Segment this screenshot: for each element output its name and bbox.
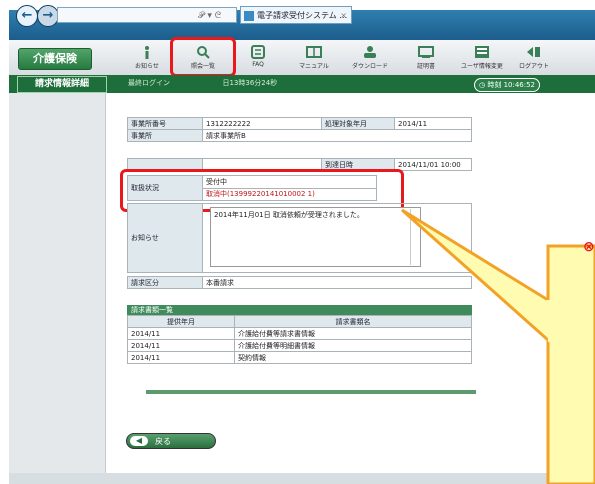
doc-period: 2014/11	[127, 351, 235, 364]
tab-close-icon[interactable]: ×	[340, 7, 347, 23]
browser-back-icon[interactable]: ←	[16, 5, 38, 27]
page-favicon-icon	[244, 11, 254, 21]
session-clock: ◷ 時刻 10:46:52	[474, 78, 540, 92]
tab-title: 電子請求受付システム …	[257, 11, 348, 20]
back-button-label: 戻る	[155, 437, 171, 446]
toolbar-user-settings-button[interactable]: ユーザ情報変更	[457, 44, 507, 72]
last-login-time: 日13時36分24秒	[222, 79, 278, 87]
toolbar-notices-button[interactable]: お知らせ	[122, 44, 172, 72]
clock-icon: ◷	[478, 81, 486, 89]
office-label: 事業所	[127, 129, 203, 142]
toolbar-faq-button[interactable]: FAQ	[233, 44, 283, 72]
toolbar-label: ダウンロード	[351, 63, 388, 70]
browser-forward-icon[interactable]: →	[37, 5, 59, 27]
manual-icon	[306, 46, 322, 58]
session-label: 時刻	[487, 81, 502, 89]
toolbar-logout-button[interactable]: ログアウト	[509, 44, 559, 72]
back-button[interactable]: ◀ 戻る	[126, 433, 216, 449]
page-title: 請求情報詳細	[17, 76, 107, 93]
toolbar-label: ユーザ情報変更	[461, 63, 503, 70]
toolbar-manual-button[interactable]: マニュアル	[289, 44, 339, 72]
last-login: 最終ログイン 日13時36分24秒	[128, 78, 277, 88]
doc-name: 契約情報	[234, 351, 472, 364]
claim-type-value: 本番請求	[202, 276, 472, 289]
user-settings-icon	[475, 46, 489, 58]
doc-name: 介護給付費等請求書情報	[234, 327, 472, 340]
received-value: 2014/11/01 10:00	[394, 158, 472, 171]
claim-type-table: 請求区分 本番請求	[127, 276, 472, 289]
period-label: 処理対象年月	[321, 117, 395, 130]
period-value: 2014/11	[394, 117, 472, 130]
office-number: 1312222222	[202, 117, 322, 130]
doc-period: 2014/11	[127, 327, 235, 340]
left-panel	[9, 93, 106, 473]
divider-line	[146, 390, 476, 394]
docs-table: 提供年月 請求書類名 2014/11 介護給付費等請求書情報 2014/11 介…	[127, 315, 472, 364]
notice-text: 2014年11月01日 取消依頼が受理されました。	[214, 211, 364, 219]
office-table: 事業所番号 1312222222 処理対象年月 2014/11 事業所 請求事業…	[127, 117, 472, 142]
toolbar-label: マニュアル	[299, 63, 329, 70]
docs-section-title: 請求書類一覧	[127, 305, 472, 315]
toolbar-label: お知らせ	[135, 63, 159, 70]
certificate-icon	[418, 46, 434, 58]
toolbar-label: FAQ	[252, 61, 264, 68]
info-icon	[145, 46, 149, 59]
doc-name: 介護給付費等明細書情報	[234, 339, 472, 352]
toolbar-label: 証明書	[416, 63, 435, 70]
toolbar-certificate-button[interactable]: 証明書	[401, 44, 451, 72]
faq-icon	[251, 45, 265, 59]
warning-mark-icon: ⊗	[583, 239, 595, 255]
doc-period: 2014/11	[127, 339, 235, 352]
logout-icon	[527, 47, 540, 57]
table-row: 2014/11 契約情報	[127, 351, 472, 364]
claim-type-label: 請求区分	[127, 276, 203, 289]
notice-textarea[interactable]: 2014年11月01日 取消依頼が受理されました。	[210, 207, 421, 267]
notice-scrollbar[interactable]	[410, 209, 419, 265]
download-icon	[364, 46, 376, 58]
session-time: 10:46:52	[503, 81, 536, 89]
office-number-label: 事業所番号	[127, 117, 203, 130]
last-login-label: 最終ログイン	[128, 79, 170, 87]
highlight-inquiry-list	[170, 37, 236, 77]
address-bar[interactable]: 𝒫 ▾ ᘓ	[57, 7, 237, 23]
docs-col-name: 請求書類名	[234, 315, 472, 328]
table-row: 2014/11 介護給付費等請求書情報	[127, 327, 472, 340]
toolbar-download-button[interactable]: ダウンロード	[345, 44, 395, 72]
screen: ← → 𝒫 ▾ ᘓ 電子請求受付システム … × 介護保険 お知らせ 照会一覧 …	[0, 0, 595, 484]
address-bar-controls[interactable]: 𝒫 ▾ ᘓ	[198, 11, 221, 21]
app-logo: 介護保険	[18, 48, 92, 70]
toolbar-label: ログアウト	[518, 63, 549, 70]
docs-col-period: 提供年月	[127, 315, 235, 328]
back-arrow-icon: ◀	[130, 436, 148, 446]
status-bar	[9, 473, 595, 484]
office-name: 請求事業所B	[202, 129, 472, 142]
notice-label: お知らせ	[127, 203, 203, 273]
browser-tab[interactable]: 電子請求受付システム … ×	[240, 6, 352, 24]
table-row: 2014/11 介護給付費等明細書情報	[127, 339, 472, 352]
